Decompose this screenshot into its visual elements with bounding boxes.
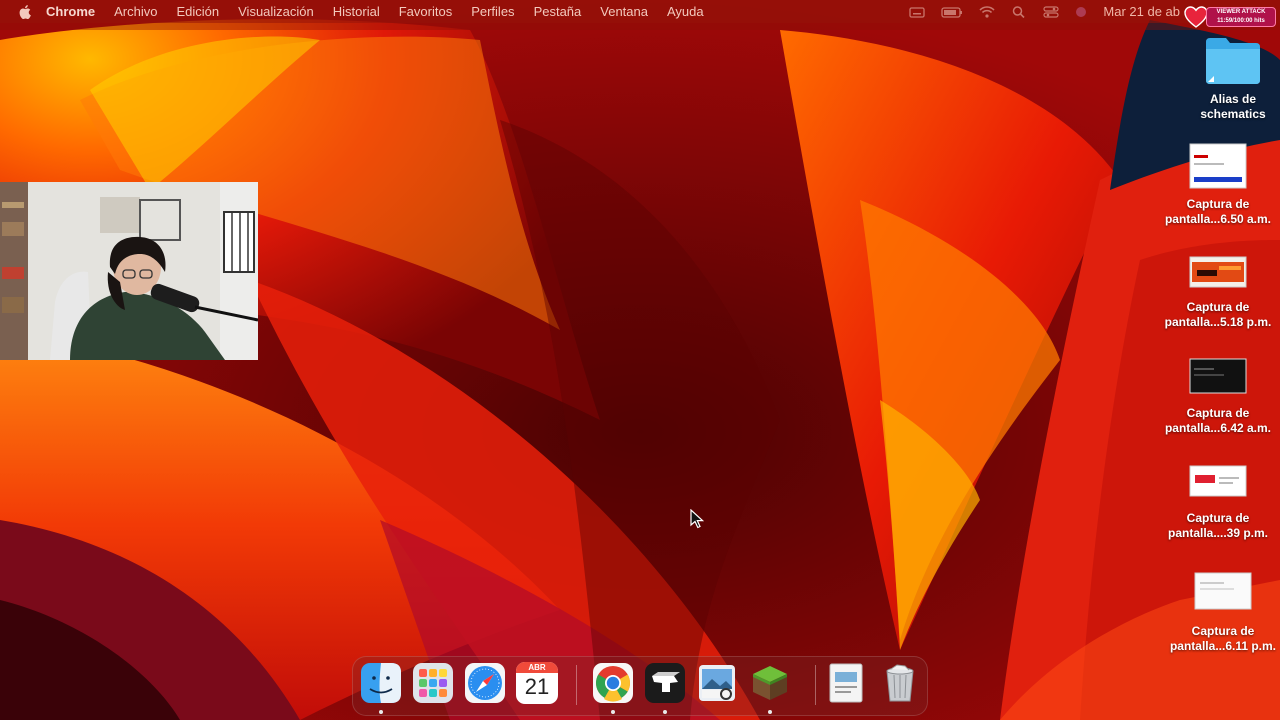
calendar-month: ABR <box>516 662 558 673</box>
desktop-icon-label: Captura de <box>1186 197 1250 211</box>
dock-running-indicator <box>379 710 383 714</box>
desktop-wallpaper <box>0 0 1280 720</box>
calendar-icon[interactable]: ABR 21 <box>516 662 558 704</box>
screenshot-thumbnail-icon <box>1189 358 1247 394</box>
launchpad-icon[interactable] <box>412 662 454 704</box>
desktop-icon-label: schematics <box>1200 107 1266 121</box>
desktop-icon-screenshot-4[interactable]: Captura de pantalla....39 p.m. <box>1158 465 1278 541</box>
desktop-icon-label: Captura de <box>1186 406 1250 420</box>
dock-running-indicator <box>611 710 615 714</box>
control-center-icon[interactable] <box>1043 5 1059 18</box>
heart-icon <box>1184 6 1208 28</box>
preview-icon[interactable] <box>696 662 738 704</box>
calendar-day: 21 <box>524 674 550 699</box>
desktop-icon-screenshot-3[interactable]: Captura de pantalla...6.42 a.m. <box>1158 358 1278 436</box>
menu-app-chrome[interactable]: Chrome <box>46 4 95 19</box>
screenshot-thumbnail-icon <box>1189 143 1247 189</box>
desktop-icon-screenshot-5[interactable]: Captura de pantalla...6.11 p.m. <box>1163 572 1280 654</box>
battery-icon[interactable] <box>941 6 963 18</box>
folder-icon <box>1206 38 1260 84</box>
apple-menu-icon[interactable] <box>18 4 32 19</box>
desktop-icon-label: pantalla...6.11 p.m. <box>1169 639 1277 653</box>
screenshot-thumbnail-icon <box>1189 256 1247 288</box>
badge-subtitle: 11:59/100:00 hits <box>1217 18 1265 24</box>
dock-running-indicator <box>768 710 772 714</box>
badge-title: VIEWER ATTACK <box>1216 9 1266 15</box>
mouse-cursor-icon <box>690 509 704 529</box>
keyboard-icon[interactable] <box>909 6 926 18</box>
wifi-icon[interactable] <box>979 5 995 18</box>
menu-bar: Chrome Archivo Edición Visualización His… <box>0 0 1280 23</box>
menu-ayuda[interactable]: Ayuda <box>667 4 704 19</box>
desktop-icon-screenshot-2[interactable]: Captura de pantalla...5.18 p.m. <box>1158 256 1278 330</box>
desktop-icon-label: Captura de <box>1191 624 1255 638</box>
desktop-icon-schematics-alias[interactable]: Alias de schematics <box>1173 34 1280 122</box>
menu-favoritos[interactable]: Favoritos <box>399 4 452 19</box>
viewer-attack-badge: VIEWER ATTACK 11:59/100:00 hits <box>1184 3 1276 29</box>
finder-icon[interactable] <box>360 662 402 704</box>
desktop-icon-label: Captura de <box>1186 300 1250 314</box>
desktop-icon-label: pantalla...6.50 a.m. <box>1164 212 1272 226</box>
menu-perfiles[interactable]: Perfiles <box>471 4 514 19</box>
menu-edicion[interactable]: Edición <box>176 4 219 19</box>
dock: ABR 21 <box>352 656 928 716</box>
desktop-icon-label: pantalla...6.42 a.m. <box>1164 421 1272 435</box>
siri-icon[interactable] <box>1075 6 1087 18</box>
chrome-icon[interactable] <box>592 662 634 704</box>
desktop-icon-label: Captura de <box>1186 511 1250 525</box>
webcam-image <box>0 182 258 360</box>
desktop-icon-label: pantalla....39 p.m. <box>1167 526 1269 540</box>
menubar-date[interactable]: Mar 21 de ab <box>1103 4 1180 19</box>
search-icon[interactable] <box>1011 5 1027 18</box>
unity-icon[interactable] <box>644 662 686 704</box>
documents-stack-icon[interactable] <box>825 662 867 704</box>
dock-separator <box>815 665 816 705</box>
menu-pestana[interactable]: Pestaña <box>534 4 582 19</box>
menu-visualizacion[interactable]: Visualización <box>238 4 314 19</box>
safari-icon[interactable] <box>464 662 506 704</box>
desktop-icon-label: pantalla...5.18 p.m. <box>1164 315 1272 329</box>
menu-ventana[interactable]: Ventana <box>600 4 648 19</box>
badge-label-box: VIEWER ATTACK 11:59/100:00 hits <box>1206 7 1276 27</box>
trash-icon[interactable] <box>879 662 921 704</box>
webcam-overlay <box>0 182 258 360</box>
screenshot-thumbnail-icon <box>1189 465 1247 497</box>
minecraft-icon[interactable] <box>749 662 791 704</box>
menu-historial[interactable]: Historial <box>333 4 380 19</box>
dock-running-indicator <box>663 710 667 714</box>
desktop-icon-label: Alias de <box>1209 92 1257 106</box>
screenshot-thumbnail-icon <box>1194 572 1252 610</box>
dock-separator <box>576 665 577 705</box>
desktop-icon-screenshot-1[interactable]: Captura de pantalla...6.50 a.m. <box>1158 143 1278 227</box>
menu-archivo[interactable]: Archivo <box>114 4 157 19</box>
